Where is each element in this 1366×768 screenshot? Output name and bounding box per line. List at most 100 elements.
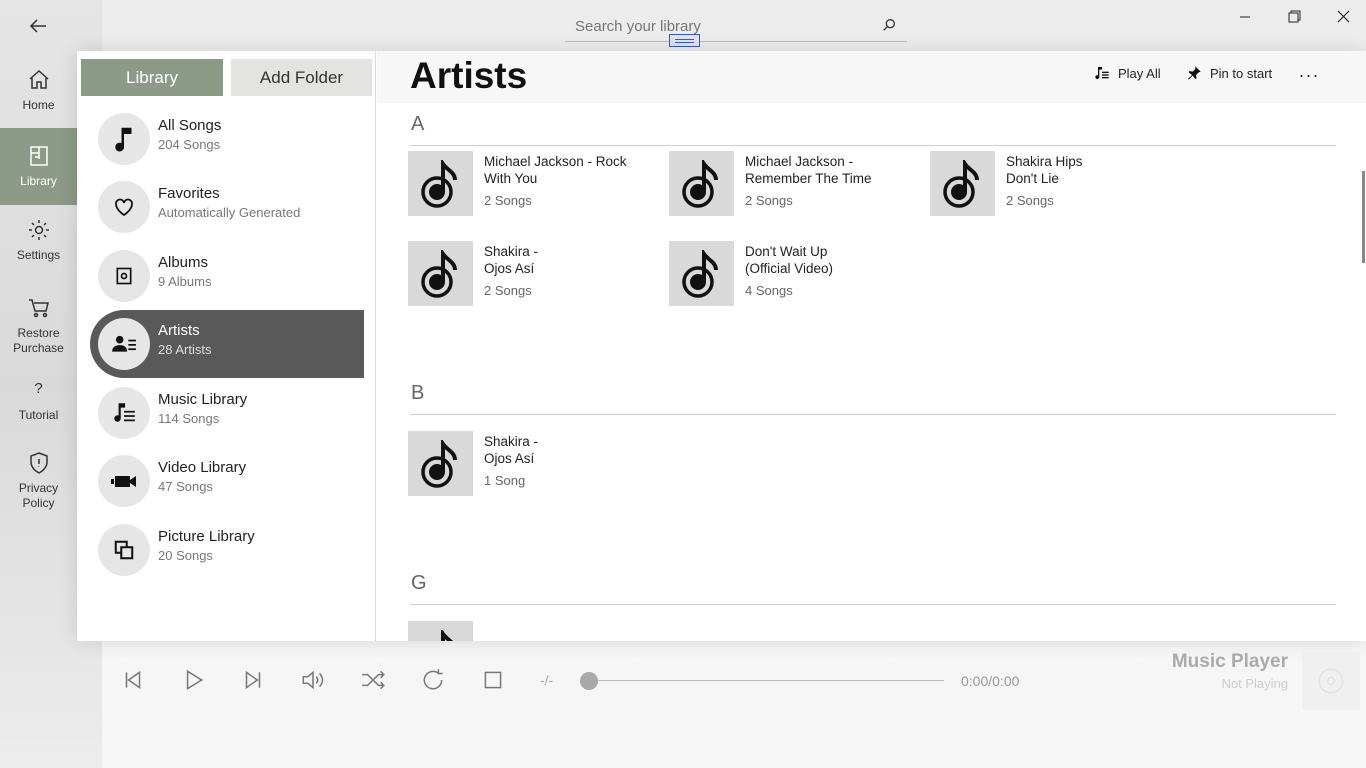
artist-name: Michael Jackson - Remember The Time (745, 154, 872, 186)
volume-icon[interactable] (300, 667, 326, 693)
page-title: Artists (410, 55, 528, 96)
next-icon[interactable] (240, 667, 266, 693)
category-albums[interactable]: Albums 9 Albums (90, 242, 364, 310)
stop-icon[interactable] (480, 667, 506, 693)
restore-icon[interactable] (1271, 8, 1317, 26)
artist-card[interactable]: Michael Jackson - Rock With You 2 Songs (408, 151, 648, 217)
play-all-label: Play All (1118, 65, 1161, 81)
category-favorites[interactable]: Favorites Automatically Generated (90, 173, 364, 241)
category-title: Albums (158, 254, 209, 271)
category-picture-library[interactable]: Picture Library 20 Songs (90, 516, 364, 584)
artist-card[interactable]: Shakira - Ojos Así 2 Songs (408, 241, 648, 307)
artist-card[interactable]: Shakira - Ojos Así 1 Song (408, 431, 648, 497)
cart-icon (28, 299, 49, 318)
music-note-icon (98, 113, 150, 165)
category-all-songs[interactable]: All Songs 204 Songs (90, 105, 364, 173)
section-letter[interactable]: G (411, 572, 427, 595)
music-note-icon (408, 241, 473, 306)
more-options-button[interactable]: ... (1299, 61, 1320, 82)
section-letter[interactable]: B (411, 382, 424, 405)
category-subtitle: 20 Songs (158, 548, 213, 563)
pin-to-start-button[interactable]: Pin to start (1186, 65, 1272, 81)
close-icon[interactable] (1320, 8, 1366, 26)
category-column: Library Add Folder All Songs 204 Songs F… (77, 51, 376, 641)
category-subtitle: 47 Songs (158, 479, 213, 494)
section-divider (410, 145, 1336, 146)
artist-card[interactable]: Don't Wait Up (Official Video) 4 Songs (669, 241, 909, 307)
minimize-icon[interactable] (1222, 8, 1268, 26)
back-arrow-icon[interactable] (26, 14, 50, 38)
video-camera-icon (98, 455, 150, 507)
category-subtitle: Automatically Generated (158, 205, 301, 220)
nav-item-library[interactable]: Library (0, 128, 77, 205)
nav-item-home[interactable]: Home (0, 62, 77, 124)
search-input[interactable] (565, 18, 865, 35)
seek-bar[interactable] (588, 680, 944, 681)
player-title: Music Player (1171, 651, 1288, 672)
artist-song-count: 2 Songs (484, 193, 532, 208)
music-note-icon (669, 151, 734, 216)
artist-song-count: 2 Songs (484, 283, 532, 298)
add-folder-button[interactable]: Add Folder (231, 59, 372, 96)
nav-label: Restore Purchase (13, 326, 64, 355)
shield-icon (29, 452, 48, 474)
artist-name: Shakira - Ojos Así (484, 244, 539, 276)
pin-icon (1188, 66, 1201, 80)
artist-name: Shakira - Ojos Así (484, 434, 539, 466)
play-all-button[interactable]: Play All (1094, 65, 1161, 81)
nav-item-restore-purchase[interactable]: Restore Purchase (0, 296, 77, 358)
category-video-library[interactable]: Video Library 47 Songs (90, 447, 364, 515)
nav-item-settings[interactable]: Settings (0, 218, 77, 278)
category-subtitle: 28 Artists (158, 342, 212, 357)
repeat-icon[interactable] (420, 667, 446, 693)
album-icon (98, 250, 150, 302)
artist-name: Shakira Hips Don't Lie (1006, 154, 1083, 186)
category-title: Artists (158, 322, 200, 339)
category-title: All Songs (158, 117, 222, 134)
music-note-icon (408, 151, 473, 216)
artist-icon (98, 318, 150, 370)
artist-card[interactable]: Shakira Hips Don't Lie 2 Songs (930, 151, 1170, 217)
artist-name: Don't Wait Up (Official Video) (745, 244, 834, 276)
artist-card[interactable]: Michael Jackson - Remember The Time 2 So… (669, 151, 909, 217)
picture-icon (98, 524, 150, 576)
category-subtitle: 114 Songs (158, 411, 220, 426)
category-subtitle: 204 Songs (158, 137, 221, 152)
gear-icon (28, 220, 49, 240)
disc-icon (1318, 668, 1344, 694)
play-icon[interactable] (180, 667, 206, 693)
playback-time: 0:00/0:00 (961, 673, 1020, 689)
category-title: Music Library (158, 391, 248, 408)
nav-label: Home (22, 98, 55, 112)
shuffle-icon[interactable] (360, 667, 386, 693)
drag-handle[interactable] (669, 34, 700, 47)
search-icon[interactable] (881, 17, 897, 33)
category-title: Video Library (158, 459, 247, 476)
music-note-icon (930, 151, 995, 216)
nav-item-privacy-policy[interactable]: Privacy Policy (0, 451, 77, 513)
nav-item-tutorial[interactable]: ? Tutorial (0, 378, 77, 428)
nav-label: Tutorial (18, 408, 59, 422)
search-bar (565, 12, 907, 42)
section-divider (410, 414, 1336, 415)
album-art[interactable] (1302, 652, 1360, 710)
nav-label: Settings (16, 248, 61, 262)
category-title: Picture Library (158, 528, 255, 545)
section-divider (410, 604, 1336, 605)
artist-card[interactable] (408, 621, 648, 641)
category-music-library[interactable]: Music Library 114 Songs (90, 379, 364, 447)
time-separator: -/- (540, 672, 554, 688)
artist-name: Michael Jackson - Rock With You (484, 154, 627, 186)
category-subtitle: 9 Albums (158, 274, 212, 289)
category-title: Favorites (158, 185, 220, 202)
artist-song-count: 1 Song (484, 473, 526, 488)
tab-library[interactable]: Library (81, 59, 223, 96)
category-artists[interactable]: Artists 28 Artists (90, 310, 364, 378)
music-note-icon (408, 431, 473, 496)
scrollbar[interactable] (1362, 171, 1365, 263)
section-letter[interactable]: A (411, 113, 424, 136)
music-note-icon (669, 241, 734, 306)
seek-knob[interactable] (580, 672, 598, 690)
heart-icon (98, 181, 150, 233)
previous-icon[interactable] (120, 667, 146, 693)
